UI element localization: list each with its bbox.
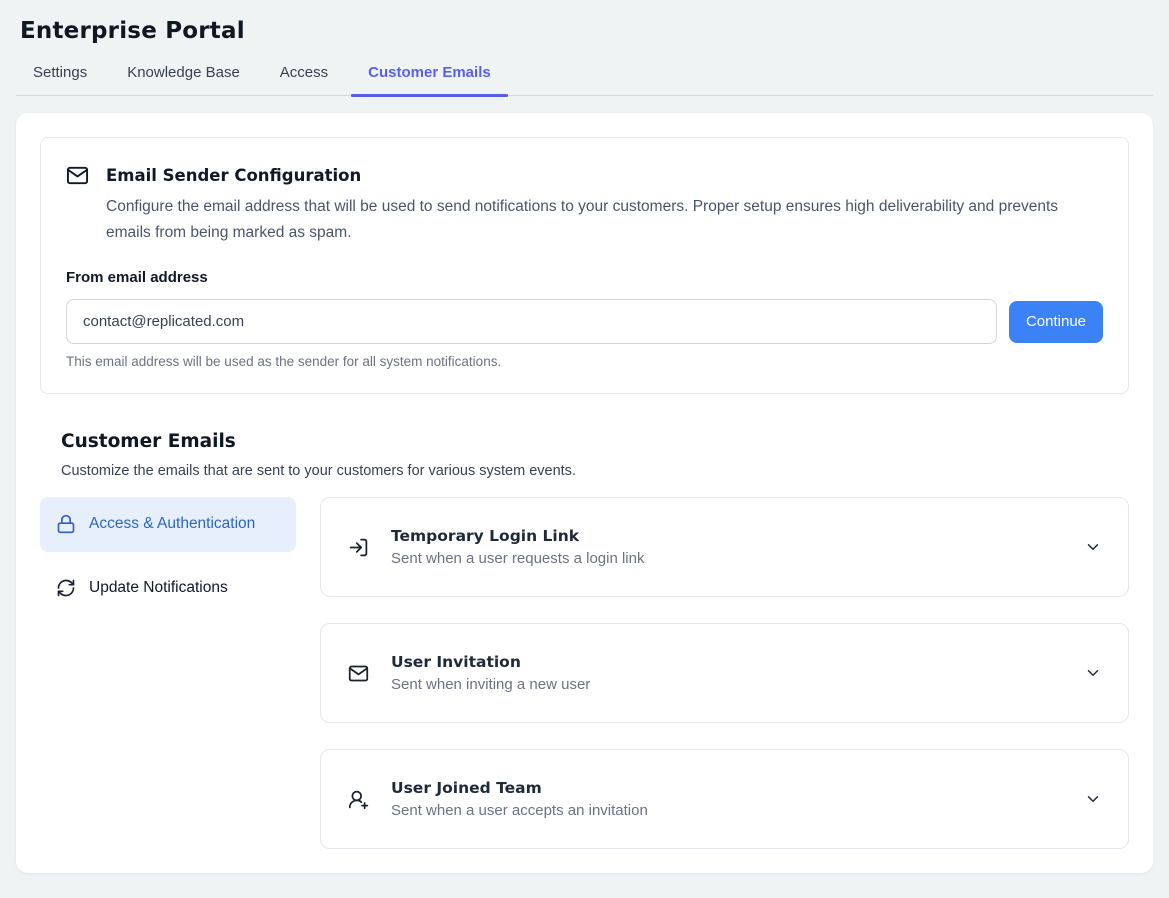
sidebar-item-access-authentication[interactable]: Access & Authentication	[40, 497, 296, 551]
email-templates-list: Temporary Login Link Sent when a user re…	[320, 497, 1129, 849]
template-title: User Invitation	[391, 653, 590, 671]
sidebar-item-update-notifications[interactable]: Update Notifications	[40, 561, 296, 615]
sidebar-item-label: Update Notifications	[89, 577, 228, 599]
email-sender-config-card: Email Sender Configuration Configure the…	[40, 137, 1129, 394]
template-description: Sent when a user requests a login link	[391, 550, 644, 567]
sidebar-item-label: Access & Authentication	[89, 513, 255, 535]
config-card-description: Configure the email address that will be…	[106, 194, 1073, 245]
mail-icon	[66, 164, 89, 187]
customer-emails-subtitle: Customize the emails that are sent to yo…	[61, 463, 1129, 479]
user-plus-icon	[348, 789, 369, 810]
template-title: Temporary Login Link	[391, 527, 644, 545]
chevron-down-icon[interactable]	[1084, 538, 1102, 556]
tab-access[interactable]: Access	[263, 54, 345, 95]
email-categories-sidebar: Access & Authentication Update Notificat…	[40, 497, 296, 615]
page-header: Enterprise Portal	[0, 0, 1169, 44]
tab-customer-emails[interactable]: Customer Emails	[351, 54, 508, 95]
refresh-icon	[56, 578, 76, 598]
tab-bar: Settings Knowledge Base Access Customer …	[16, 54, 1153, 96]
mail-icon	[348, 663, 369, 684]
tab-settings[interactable]: Settings	[16, 54, 104, 95]
chevron-down-icon[interactable]	[1084, 664, 1102, 682]
log-in-icon	[348, 537, 369, 558]
customer-emails-layout: Access & Authentication Update Notificat…	[40, 497, 1129, 849]
continue-button[interactable]: Continue	[1009, 301, 1103, 343]
chevron-down-icon[interactable]	[1084, 790, 1102, 808]
from-email-label: From email address	[66, 269, 1103, 286]
template-description: Sent when inviting a new user	[391, 676, 590, 693]
email-helper-text: This email address will be used as the s…	[66, 354, 1103, 369]
page-title: Enterprise Portal	[20, 18, 1149, 44]
template-title: User Joined Team	[391, 779, 648, 797]
from-email-input[interactable]	[66, 299, 997, 344]
main-panel: Email Sender Configuration Configure the…	[16, 113, 1153, 873]
tab-knowledge-base[interactable]: Knowledge Base	[110, 54, 257, 95]
template-card-user-invitation[interactable]: User Invitation Sent when inviting a new…	[320, 623, 1129, 723]
customer-emails-title: Customer Emails	[61, 431, 1129, 452]
lock-icon	[56, 514, 76, 534]
template-card-user-joined-team[interactable]: User Joined Team Sent when a user accept…	[320, 749, 1129, 849]
template-description: Sent when a user accepts an invitation	[391, 802, 648, 819]
template-card-temporary-login-link[interactable]: Temporary Login Link Sent when a user re…	[320, 497, 1129, 597]
config-card-title: Email Sender Configuration	[106, 166, 361, 185]
